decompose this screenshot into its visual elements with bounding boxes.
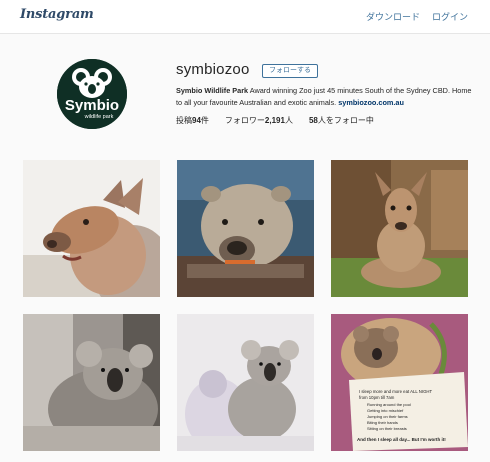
instagram-logo[interactable]: Instagram — [20, 7, 94, 22]
note-footer: And then I sleep all day... But I'm wort… — [357, 437, 446, 442]
profile-stats: 投稿94件 フォロワー2,191人 58人をフォロー中 — [176, 115, 374, 126]
avatar-wordmark: Symbio — [65, 97, 119, 114]
top-nav-bar: Instagram ダウンロード ログイン — [0, 0, 490, 34]
profile-avatar: Symbio wildlife park — [57, 59, 127, 129]
note-item-2: Getting into mischief — [367, 408, 404, 413]
wombat-photo — [177, 160, 314, 297]
profile-username: symbiozoo — [176, 61, 250, 78]
following-count-stat[interactable]: 58人をフォロー中 — [309, 115, 374, 126]
note-item-3: Jumping on their farms — [367, 414, 408, 419]
kangaroo-photo — [331, 160, 468, 297]
post-thumbnail-kangaroo[interactable] — [331, 160, 468, 297]
post-thumbnail-wombat[interactable] — [177, 160, 314, 297]
bio-website-link[interactable]: symbiozoo.com.au — [338, 98, 404, 107]
koala-photo — [23, 314, 160, 451]
note-line-2: from 10pm till 7am — [359, 395, 395, 400]
followers-count-stat[interactable]: フォロワー2,191人 — [225, 115, 293, 126]
note-item-4: Biting their hands — [367, 420, 398, 425]
post-thumbnail-koala-in-bag[interactable]: I sleep more and more eat ALL NIGHT from… — [331, 314, 468, 451]
koala-joey-photo — [177, 314, 314, 451]
post-thumbnail-koala-joey[interactable] — [177, 314, 314, 451]
post-thumbnail-wallaby[interactable] — [23, 160, 160, 297]
posts-count-stat: 投稿94件 — [176, 116, 209, 125]
note-item-1: Running around the pool — [367, 402, 411, 407]
note-item-5: Sitting on their breasts — [367, 426, 407, 431]
koala-in-bag-photo: I sleep more and more eat ALL NIGHT from… — [331, 314, 468, 451]
header-links: ダウンロード ログイン — [366, 10, 468, 23]
profile-bio: Symbio Wildlife Park Award winning Zoo j… — [176, 85, 476, 109]
posts-grid: I sleep more and more eat ALL NIGHT from… — [23, 160, 468, 451]
post-thumbnail-koala[interactable] — [23, 314, 160, 451]
symbio-logo-icon: Symbio wildlife park — [57, 59, 127, 129]
bio-name: Symbio Wildlife Park — [176, 86, 249, 95]
avatar-subtext: wildlife park — [84, 114, 114, 120]
follow-button[interactable]: フォローする — [262, 64, 318, 78]
download-link[interactable]: ダウンロード — [366, 10, 420, 23]
wallaby-photo — [23, 160, 160, 297]
note-line-1: I sleep more and more eat ALL NIGHT — [359, 389, 433, 394]
login-link[interactable]: ログイン — [432, 10, 468, 23]
